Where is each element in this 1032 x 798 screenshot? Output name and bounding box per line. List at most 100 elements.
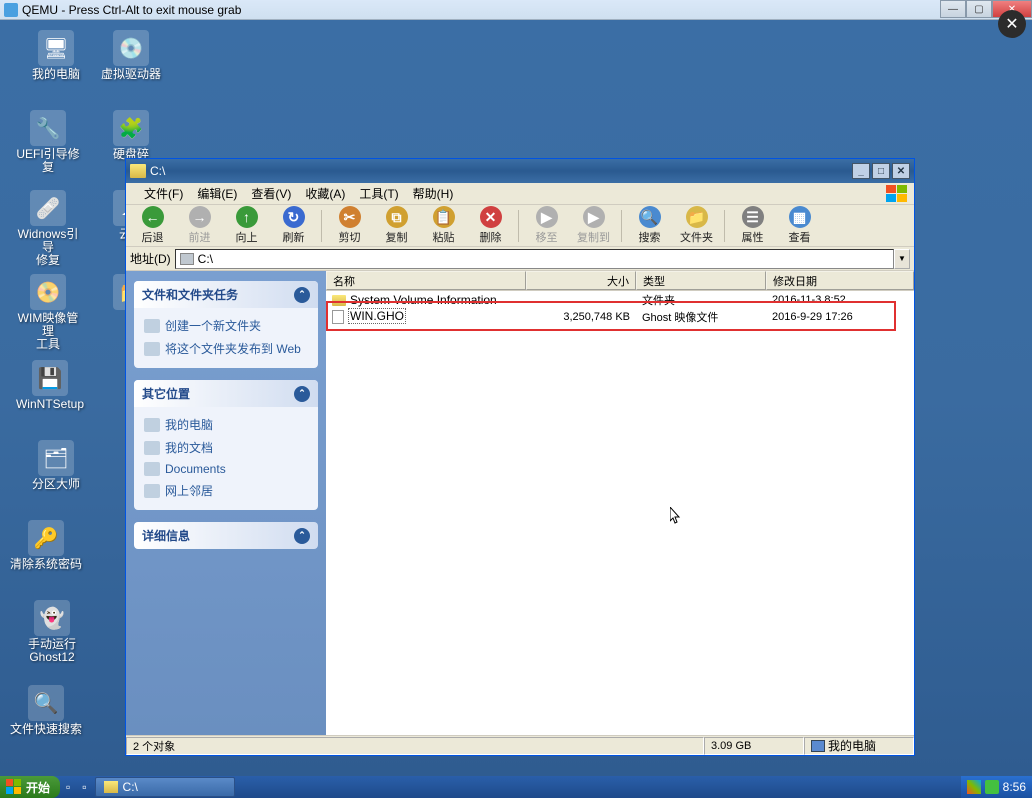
refresh-button[interactable]: ↻刷新 — [271, 206, 316, 246]
desktop-icon[interactable]: 📀WIM映像管理工具 — [12, 274, 84, 351]
icon-label: 我的电脑 — [20, 68, 92, 81]
refresh-icon: ↻ — [283, 206, 305, 228]
desktop-icon[interactable]: 💾 WinNTSetup — [14, 360, 86, 411]
delete-button[interactable]: ✕删除 — [468, 206, 513, 246]
folders-button[interactable]: 📁文件夹 — [674, 206, 719, 246]
qemu-maximize-button[interactable]: ▢ — [966, 0, 992, 18]
menubar: 文件(F)编辑(E)查看(V)收藏(A)工具(T)帮助(H) — [126, 183, 914, 205]
menu-item[interactable]: 收藏(A) — [298, 185, 352, 203]
app-icon: 💾 — [32, 360, 68, 396]
separator — [321, 210, 322, 242]
properties-icon: ☰ — [742, 206, 764, 228]
drive-icon — [180, 253, 194, 265]
table-row[interactable]: System Volume Information文件夹2016-11-3 8:… — [326, 291, 914, 308]
delete-icon: ✕ — [480, 206, 502, 228]
taskbox-details: 详细信息⌃ — [134, 522, 318, 549]
icon-label: UEFI引导修复 — [12, 148, 84, 174]
menu-item[interactable]: 工具(T) — [352, 185, 405, 203]
desktop-icon[interactable]: 🔧UEFI引导修复 — [12, 110, 84, 174]
task-link[interactable]: 创建一个新文件夹 — [144, 314, 308, 337]
task-link[interactable]: Documents — [144, 459, 308, 479]
desktop-icon[interactable]: 🖥 我的电脑 — [20, 30, 92, 81]
address-label: 地址(D) — [130, 250, 171, 267]
app-icon: 🖥 — [38, 30, 74, 66]
address-dropdown-button[interactable]: ▼ — [894, 249, 910, 269]
tray-icon[interactable] — [967, 780, 981, 794]
system-tray[interactable]: 8:56 — [961, 776, 1032, 798]
explorer-title-text: C:\ — [150, 164, 165, 178]
status-size: 3.09 GB — [704, 737, 804, 755]
paste-icon: 📋 — [433, 206, 455, 228]
explorer-titlebar[interactable]: C:\ _ □ ✕ — [126, 159, 914, 183]
qemu-minimize-button[interactable]: — — [940, 0, 966, 18]
taskbar: 开始 ▫ ▫ C:\ 8:56 — [0, 776, 1032, 798]
task-link[interactable]: 将这个文件夹发布到 Web — [144, 337, 308, 360]
menu-item[interactable]: 文件(F) — [137, 185, 190, 203]
explorer-maximize-button[interactable]: □ — [872, 163, 890, 179]
icon-label: 手动运行Ghost12 — [16, 638, 88, 664]
icon-label: WinNTSetup — [14, 398, 86, 411]
status-location: 我的电脑 — [804, 737, 914, 755]
table-row[interactable]: WIN.GHO3,250,748 KBGhost 映像文件2016-9-29 1… — [326, 308, 914, 325]
app-icon: 🗂 — [38, 440, 74, 476]
taskbox-file-tasks: 文件和文件夹任务⌃ 创建一个新文件夹将这个文件夹发布到 Web — [134, 281, 318, 368]
search-icon: 🔍 — [639, 206, 661, 228]
taskbox-other-places: 其它位置⌃ 我的电脑我的文档Documents网上邻居 — [134, 380, 318, 510]
back-button[interactable]: ←后退 — [130, 206, 175, 246]
link-icon — [144, 484, 160, 498]
app-icon: 🔑 — [28, 520, 64, 556]
paste-button[interactable]: 📋粘贴 — [421, 206, 466, 246]
folder-icon — [104, 781, 118, 793]
start-button[interactable]: 开始 — [0, 776, 60, 798]
copyto-button: ▶复制到 — [571, 206, 616, 246]
column-name[interactable]: 名称 — [326, 271, 526, 290]
task-link[interactable]: 我的文档 — [144, 436, 308, 459]
icon-label: 清除系统密码 — [10, 558, 82, 571]
desktop-icon[interactable]: 🩹Widnows引导修复 — [12, 190, 84, 267]
tray-icon[interactable] — [985, 780, 999, 794]
quicklaunch-item[interactable]: ▫ — [78, 777, 90, 797]
file-rows[interactable]: System Volume Information文件夹2016-11-3 8:… — [326, 291, 914, 735]
copy-button[interactable]: ⧉复制 — [374, 206, 419, 246]
address-input[interactable]: C:\ — [175, 249, 894, 269]
cut-button[interactable]: ✂剪切 — [327, 206, 372, 246]
computer-icon — [811, 740, 825, 752]
quicklaunch-item[interactable]: ▫ — [62, 777, 74, 797]
search-button[interactable]: 🔍搜索 — [627, 206, 672, 246]
app-icon: 🔧 — [30, 110, 66, 146]
desktop-icon[interactable]: 🔍文件快速搜索 — [10, 685, 82, 736]
desktop[interactable]: 🖥我的电脑💿虚拟驱动器🔧UEFI引导修复🧩硬盘碎🩹Widnows引导修复☁云骑📀… — [0, 20, 1032, 776]
explorer-minimize-button[interactable]: _ — [852, 163, 870, 179]
desktop-icon[interactable]: 🗂分区大师 — [20, 440, 92, 491]
separator — [621, 210, 622, 242]
qemu-titlebar: QEMU - Press Ctrl-Alt to exit mouse grab… — [0, 0, 1032, 20]
task-link[interactable]: 网上邻居 — [144, 479, 308, 502]
file-icon — [332, 310, 344, 324]
chevron-up-icon: ⌃ — [294, 528, 310, 544]
app-icon: 💿 — [113, 30, 149, 66]
desktop-icon[interactable]: 🧩硬盘碎 — [95, 110, 167, 161]
copy-icon: ⧉ — [386, 206, 408, 228]
desktop-icon[interactable]: 👻手动运行Ghost12 — [16, 600, 88, 664]
properties-button[interactable]: ☰属性 — [730, 206, 775, 246]
desktop-icon[interactable]: 🔑 清除系统密码 — [10, 520, 82, 571]
column-headers: 名称 大小 类型 修改日期 — [326, 271, 914, 291]
task-link[interactable]: 我的电脑 — [144, 413, 308, 436]
explorer-close-button[interactable]: ✕ — [892, 163, 910, 179]
views-button[interactable]: ▦查看 — [777, 206, 822, 246]
overlay-close-icon[interactable]: ✕ — [998, 10, 1026, 38]
taskbar-item-explorer[interactable]: C:\ — [95, 777, 235, 797]
up-button[interactable]: ↑向上 — [224, 206, 269, 246]
explorer-window: C:\ _ □ ✕ 文件(F)编辑(E)查看(V)收藏(A)工具(T)帮助(H)… — [125, 158, 915, 756]
menu-item[interactable]: 帮助(H) — [406, 185, 461, 203]
column-date[interactable]: 修改日期 — [766, 271, 914, 290]
column-size[interactable]: 大小 — [526, 271, 636, 290]
qemu-icon — [4, 3, 18, 17]
menu-item[interactable]: 编辑(E) — [190, 185, 244, 203]
menu-item[interactable]: 查看(V) — [244, 185, 298, 203]
clock[interactable]: 8:56 — [1003, 780, 1026, 794]
column-type[interactable]: 类型 — [636, 271, 766, 290]
link-icon — [144, 418, 160, 432]
status-objects: 2 个对象 — [126, 737, 704, 755]
desktop-icon[interactable]: 💿虚拟驱动器 — [95, 30, 167, 81]
